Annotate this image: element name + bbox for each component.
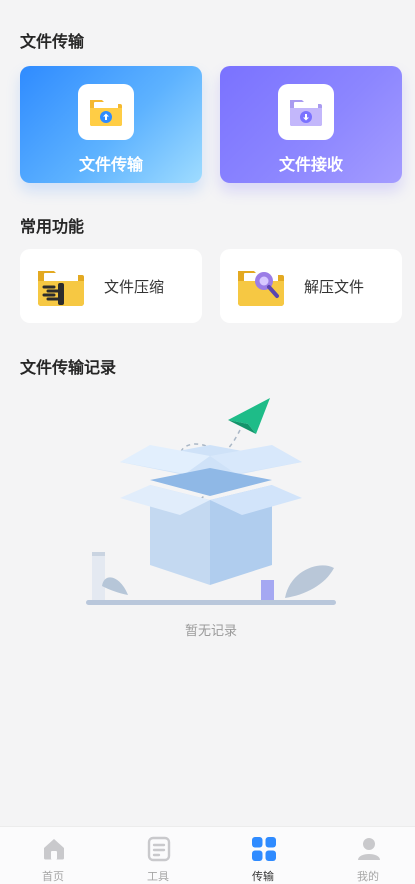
- user-icon: [358, 838, 380, 860]
- section-title-records: 文件传输记录: [20, 358, 117, 377]
- folder-download-icon: [278, 84, 334, 140]
- file-receive-card[interactable]: 文件接收: [220, 66, 402, 183]
- section-title-transfer: 文件传输: [20, 32, 85, 51]
- home-icon: [44, 839, 64, 860]
- tools-document-icon: [147, 836, 171, 862]
- tab-mine-label: 我的: [357, 870, 379, 883]
- folder-upload-icon: [78, 84, 134, 140]
- unzip-folder-icon: [236, 265, 286, 313]
- extract-file-card[interactable]: 解压文件: [220, 249, 402, 323]
- tab-transfer-label: 传输: [252, 870, 274, 883]
- compress-file-card[interactable]: 文件压缩: [20, 249, 202, 323]
- empty-state-text: 暂无记录: [184, 624, 237, 639]
- bottom-tab-bar: 首页 工具 传输 我的: [0, 826, 415, 884]
- compress-file-label: 文件压缩: [104, 278, 165, 296]
- tab-transfer[interactable]: 传输: [211, 827, 315, 884]
- file-send-label: 文件传输: [78, 155, 143, 174]
- tab-home[interactable]: 首页: [1, 827, 105, 884]
- grid-icon: [252, 837, 276, 861]
- tab-tools-label: 工具: [147, 870, 169, 883]
- zip-folder-icon: [36, 265, 86, 313]
- file-send-card[interactable]: 文件传输: [20, 66, 202, 183]
- file-receive-label: 文件接收: [278, 155, 343, 174]
- extract-file-label: 解压文件: [304, 278, 365, 296]
- tab-mine[interactable]: 我的: [316, 827, 415, 884]
- section-title-common: 常用功能: [20, 217, 85, 236]
- tab-tools[interactable]: 工具: [106, 827, 210, 884]
- empty-box-illustration: [86, 398, 336, 605]
- tab-home-label: 首页: [42, 870, 64, 883]
